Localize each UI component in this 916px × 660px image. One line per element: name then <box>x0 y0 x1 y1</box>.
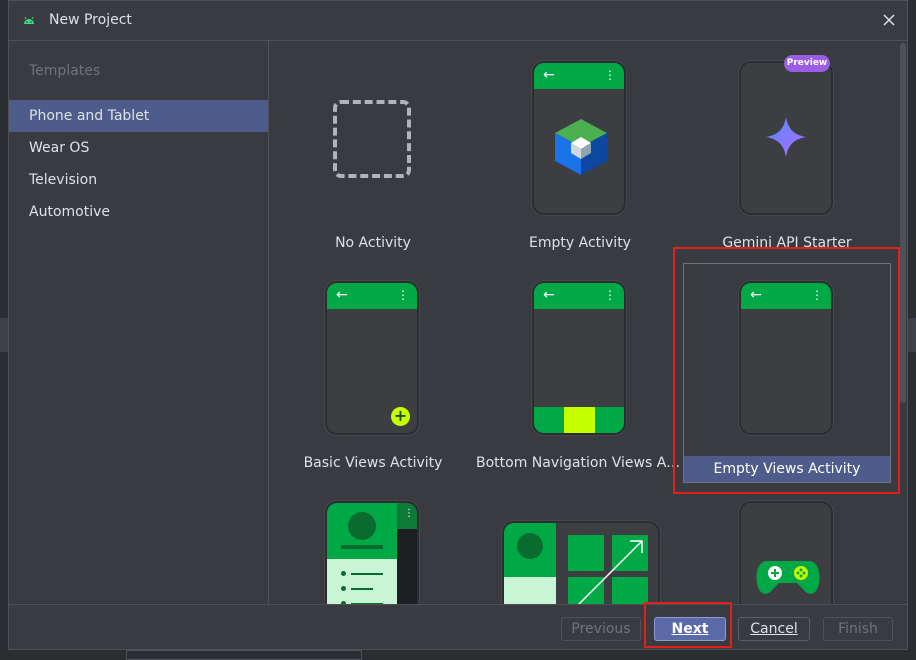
gallery-scrollbar[interactable] <box>899 41 907 604</box>
profile-name-bar <box>341 545 383 549</box>
dialog-footer: Previous Next Cancel Finish <box>9 604 907 650</box>
template-partial-list-detail[interactable]: ⋮ <box>269 483 477 604</box>
phone-preview: ← ⋮ + <box>325 281 419 435</box>
template-partial-responsive-grid[interactable] <box>476 483 684 604</box>
overflow-menu-icon: ⋮ <box>604 68 616 82</box>
background-ide-strip-right <box>908 318 916 352</box>
phone-preview <box>739 61 833 215</box>
gemini-star-icon <box>766 117 806 157</box>
list-row-dot <box>341 571 346 576</box>
list-row-line <box>351 573 383 575</box>
template-label: Basic Views Activity <box>303 455 443 471</box>
template-label: Empty Views Activity <box>684 456 890 482</box>
next-button[interactable]: Next <box>654 617 726 641</box>
previous-button[interactable]: Previous <box>561 617 641 641</box>
template-gemini-api-starter[interactable]: Gemini API Starter <box>683 43 891 263</box>
back-arrow-icon: ← <box>543 67 555 83</box>
app-bar: ← ⋮ <box>534 283 624 309</box>
template-label: Bottom Navigation Views Activi... <box>476 455 684 471</box>
list-row-dot <box>341 586 346 591</box>
back-arrow-icon: ← <box>336 287 348 303</box>
phone-preview: ← ⋮ <box>532 281 626 435</box>
back-arrow-icon: ← <box>750 287 762 303</box>
preview-badge: Preview <box>784 55 830 72</box>
phone-preview: ← ⋮ <box>739 281 833 435</box>
diagonal-arrow-icon <box>577 540 643 604</box>
fab-plus-icon: + <box>391 407 410 426</box>
template-label: Gemini API Starter <box>722 235 852 251</box>
template-no-activity[interactable]: No Activity <box>269 43 477 263</box>
close-button[interactable] <box>879 10 899 30</box>
overflow-menu-icon: ⋮ <box>397 288 409 302</box>
profile-avatar <box>348 512 376 540</box>
bottom-nav-selected-tab <box>564 407 595 433</box>
title-bar: New Project <box>9 1 907 41</box>
template-empty-activity[interactable]: ← ⋮ Empty Activity <box>476 43 684 263</box>
no-activity-placeholder <box>333 100 411 178</box>
template-label: Empty Activity <box>529 235 631 251</box>
overflow-menu-icon: ⋮ <box>811 288 823 302</box>
templates-sidebar: Templates Phone and Tablet Wear OS Telev… <box>9 41 269 604</box>
android-icon <box>24 16 34 24</box>
bottom-navigation-bar <box>534 407 624 433</box>
list-pane-body <box>327 559 397 604</box>
app-bar: ← ⋮ <box>534 63 624 89</box>
back-arrow-icon: ← <box>543 287 555 303</box>
sidebar-item-television[interactable]: Television <box>9 164 268 196</box>
overflow-menu-icon: ⋮ <box>604 288 616 302</box>
template-gallery: No Activity ← ⋮ Empty Activity Gemini AP… <box>269 41 907 604</box>
phone-preview: ← ⋮ <box>532 61 626 215</box>
background-ide-bottom <box>126 650 362 660</box>
template-label: No Activity <box>335 235 411 251</box>
close-icon <box>883 14 895 26</box>
compose-cube-icon <box>555 119 607 175</box>
app-bar: ← ⋮ <box>327 283 417 309</box>
background-ide-strip-left <box>0 318 8 352</box>
sidebar-header: Templates <box>29 63 101 79</box>
sidebar-item-wear-os[interactable]: Wear OS <box>9 132 268 164</box>
new-project-dialog: New Project Templates Phone and Tablet W… <box>8 0 908 650</box>
template-basic-views-activity[interactable]: ← ⋮ + Basic Views Activity <box>269 263 477 483</box>
gamepad-icon <box>756 561 820 594</box>
template-bottom-navigation-views-activity[interactable]: ←⋮ Bottom Navigation Views Activi... <box>476 263 684 483</box>
list-row-line <box>351 588 373 590</box>
sidebar-item-phone-and-tablet[interactable]: Phone and Tablet <box>9 100 268 132</box>
tablet-avatar <box>517 533 543 559</box>
template-partial-game-activity[interactable] <box>683 483 891 604</box>
phone-preview <box>739 501 833 604</box>
detail-pane-bar: ⋮ <box>397 503 417 529</box>
cancel-button[interactable]: Cancel <box>738 617 810 641</box>
sidebar-item-automotive[interactable]: Automotive <box>9 196 268 228</box>
tablet-list-body <box>504 577 556 604</box>
tablet-preview <box>502 521 660 604</box>
app-bar: ← ⋮ <box>741 283 831 309</box>
finish-button[interactable]: Finish <box>823 617 893 641</box>
dialog-title: New Project <box>49 12 132 28</box>
template-empty-views-activity[interactable]: ← ⋮ Empty Views Activity <box>683 263 891 483</box>
scrollbar-thumb[interactable] <box>900 43 906 403</box>
phone-preview: ⋮ <box>325 501 419 604</box>
